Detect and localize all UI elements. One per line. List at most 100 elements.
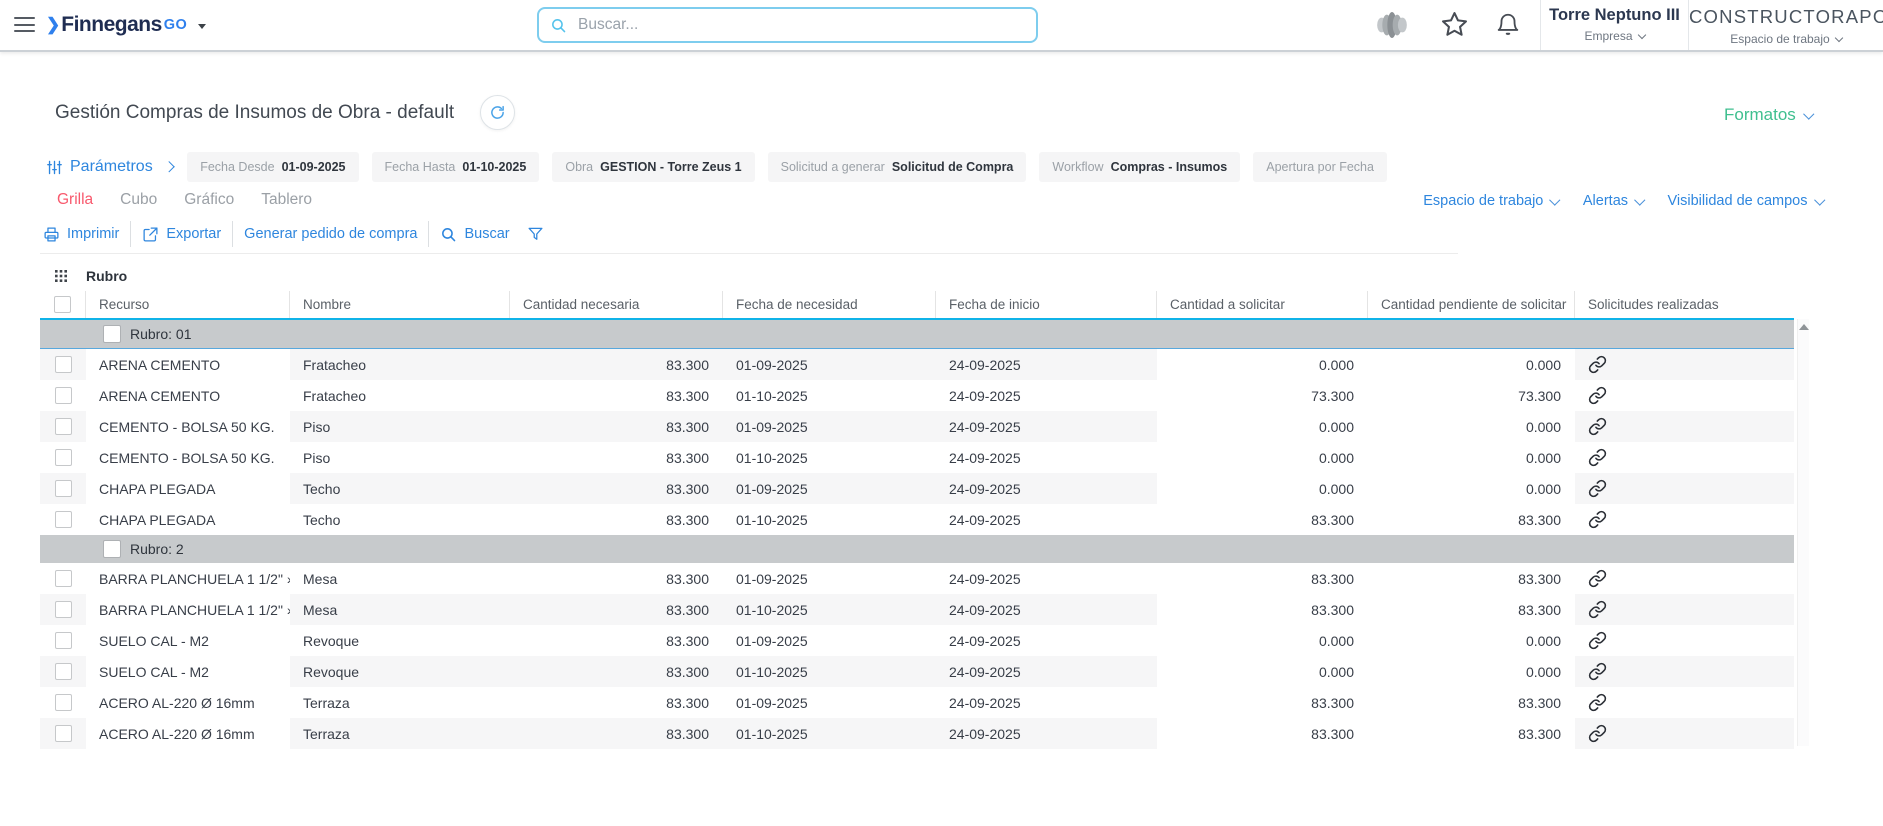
table-row[interactable]: BARRA PLANCHUELA 1 1/2" ›Mesa83.30001-09… bbox=[40, 563, 1794, 594]
cell-cantidad-a-solicitar: 83.300 bbox=[1157, 563, 1368, 594]
solicitudes-link-icon[interactable] bbox=[1575, 625, 1794, 656]
cell-cantidad-necesaria: 83.300 bbox=[510, 687, 723, 718]
row-checkbox[interactable] bbox=[55, 570, 72, 587]
workspace-selector[interactable]: CONSTRUCTORAPO Espacio de trabajo bbox=[1689, 0, 1883, 50]
checkbox-cell bbox=[40, 504, 86, 535]
table-row[interactable]: CEMENTO - BOLSA 50 KG.Piso83.30001-10-20… bbox=[40, 442, 1794, 473]
column-header-cantidad-a-solicitar[interactable]: Cantidad a solicitar bbox=[1157, 291, 1368, 318]
checkbox-cell bbox=[40, 718, 86, 749]
table-row[interactable]: CHAPA PLEGADATecho83.30001-09-202524-09-… bbox=[40, 473, 1794, 504]
filter-icon[interactable] bbox=[527, 225, 544, 243]
panel-link-alertas[interactable]: Alertas bbox=[1583, 193, 1644, 209]
row-checkbox[interactable] bbox=[55, 480, 72, 497]
solicitudes-link-icon[interactable] bbox=[1575, 380, 1794, 411]
cell-nombre: Piso bbox=[290, 442, 510, 473]
solicitudes-link-icon[interactable] bbox=[1575, 656, 1794, 687]
app-logo[interactable]: ❯ Finnegans GO bbox=[46, 0, 206, 50]
column-header-fecha-de-inicio[interactable]: Fecha de inicio bbox=[936, 291, 1157, 318]
solicitudes-link-icon[interactable] bbox=[1575, 473, 1794, 504]
table-row[interactable]: SUELO CAL - M2Revoque83.30001-09-202524-… bbox=[40, 625, 1794, 656]
column-header-fecha-de-necesidad[interactable]: Fecha de necesidad bbox=[723, 291, 936, 318]
checkbox-cell bbox=[40, 625, 86, 656]
tab-tablero[interactable]: Tablero bbox=[261, 191, 312, 209]
tab-grafico[interactable]: Gráfico bbox=[184, 191, 234, 209]
column-header-cantidad-pendiente-de-solicitar[interactable]: Cantidad pendiente de solicitar bbox=[1368, 291, 1575, 318]
table-row[interactable]: ACERO AL-220 Ø 16mmTerraza83.30001-09-20… bbox=[40, 687, 1794, 718]
cell-fecha-de-necesidad: 01-09-2025 bbox=[723, 473, 936, 504]
cell-cantidad-pendiente-de-solicitar: 83.300 bbox=[1368, 594, 1575, 625]
table-row[interactable]: ARENA CEMENTOFratacheo83.30001-09-202524… bbox=[40, 349, 1794, 380]
column-header-cantidad-necesaria[interactable]: Cantidad necesaria bbox=[510, 291, 723, 318]
tab-cubo[interactable]: Cubo bbox=[120, 191, 157, 209]
imprimir-button[interactable]: Imprimir bbox=[43, 226, 119, 243]
panel-link-espacio-de-trabajo[interactable]: Espacio de trabajo bbox=[1423, 193, 1559, 209]
cell-cantidad-necesaria: 83.300 bbox=[510, 349, 723, 380]
select-all-checkbox[interactable] bbox=[54, 296, 71, 313]
tab-grilla[interactable]: Grilla bbox=[57, 191, 93, 209]
solicitudes-link-icon[interactable] bbox=[1575, 504, 1794, 535]
row-checkbox[interactable] bbox=[55, 511, 72, 528]
cell-fecha-de-inicio: 24-09-2025 bbox=[936, 625, 1157, 656]
generar-pedido-de-compra-button[interactable]: Generar pedido de compra bbox=[244, 226, 417, 242]
formats-dropdown[interactable]: Formatos bbox=[1724, 105, 1812, 125]
parameters-toggle[interactable]: Parámetros bbox=[46, 158, 172, 176]
row-checkbox[interactable] bbox=[55, 663, 72, 680]
solicitudes-link-icon[interactable] bbox=[1575, 442, 1794, 473]
exportar-button[interactable]: Exportar bbox=[142, 226, 221, 243]
solicitudes-link-icon[interactable] bbox=[1575, 594, 1794, 625]
global-search[interactable] bbox=[537, 7, 1038, 43]
data-grid: RecursoNombreCantidad necesariaFecha de … bbox=[40, 291, 1794, 749]
vertical-scrollbar[interactable] bbox=[1797, 319, 1809, 746]
company-selector[interactable]: Torre Neptuno III Empresa bbox=[1541, 0, 1688, 50]
search-input[interactable] bbox=[576, 15, 1025, 35]
header-checkbox-cell bbox=[40, 291, 86, 318]
parameter-chip-fecha-desde[interactable]: Fecha Desde01-09-2025 bbox=[187, 152, 358, 182]
parameter-chip-obra[interactable]: ObraGESTION - Torre Zeus 1 bbox=[552, 152, 754, 182]
table-row[interactable]: ARENA CEMENTOFratacheo83.30001-10-202524… bbox=[40, 380, 1794, 411]
parameter-chip-fecha-hasta[interactable]: Fecha Hasta01-10-2025 bbox=[372, 152, 540, 182]
checkbox-cell bbox=[40, 563, 86, 594]
favorites-icon[interactable] bbox=[1440, 10, 1469, 39]
solicitudes-link-icon[interactable] bbox=[1575, 411, 1794, 442]
group-row[interactable]: Rubro: 01 bbox=[40, 320, 1794, 349]
solicitudes-link-icon[interactable] bbox=[1575, 687, 1794, 718]
column-header-recurso[interactable]: Recurso bbox=[86, 291, 290, 318]
menu-icon[interactable] bbox=[14, 17, 35, 37]
group-row[interactable]: Rubro: 2 bbox=[40, 535, 1794, 563]
row-checkbox[interactable] bbox=[55, 694, 72, 711]
notifications-icon[interactable] bbox=[1495, 11, 1521, 38]
group-checkbox[interactable] bbox=[103, 540, 121, 558]
chevron-down-icon bbox=[198, 24, 206, 29]
row-checkbox[interactable] bbox=[55, 356, 72, 373]
company-selector-label: Empresa bbox=[1584, 29, 1632, 43]
row-checkbox[interactable] bbox=[55, 387, 72, 404]
row-checkbox[interactable] bbox=[55, 632, 72, 649]
column-header-nombre[interactable]: Nombre bbox=[290, 291, 510, 318]
row-checkbox[interactable] bbox=[55, 449, 72, 466]
table-row[interactable]: ACERO AL-220 Ø 16mmTerraza83.30001-10-20… bbox=[40, 718, 1794, 749]
refresh-button[interactable] bbox=[480, 95, 515, 130]
row-checkbox[interactable] bbox=[55, 601, 72, 618]
table-row[interactable]: SUELO CAL - M2Revoque83.30001-10-202524-… bbox=[40, 656, 1794, 687]
cell-fecha-de-inicio: 24-09-2025 bbox=[936, 594, 1157, 625]
search-icon bbox=[440, 226, 457, 243]
parameter-chip-workflow[interactable]: WorkflowCompras - Insumos bbox=[1039, 152, 1240, 182]
solicitudes-link-icon[interactable] bbox=[1575, 718, 1794, 749]
solicitudes-link-icon[interactable] bbox=[1575, 349, 1794, 380]
group-by-bar[interactable]: Rubro bbox=[55, 263, 127, 289]
solicitudes-link-icon[interactable] bbox=[1575, 563, 1794, 594]
cell-nombre: Fratacheo bbox=[290, 349, 510, 380]
column-header-solicitudes-realizadas[interactable]: Solicitudes realizadas bbox=[1575, 291, 1794, 318]
parameter-chip-apertura-por-fecha[interactable]: Apertura por Fecha bbox=[1253, 152, 1387, 182]
parameter-chip-solicitud-a-generar[interactable]: Solicitud a generarSolicitud de Compra bbox=[768, 152, 1027, 182]
cell-fecha-de-necesidad: 01-09-2025 bbox=[723, 625, 936, 656]
table-row[interactable]: CHAPA PLEGADATecho83.30001-10-202524-09-… bbox=[40, 504, 1794, 535]
table-row[interactable]: CEMENTO - BOLSA 50 KG.Piso83.30001-09-20… bbox=[40, 411, 1794, 442]
table-row[interactable]: BARRA PLANCHUELA 1 1/2" ›Mesa83.30001-10… bbox=[40, 594, 1794, 625]
finnegans-mark-icon[interactable] bbox=[1373, 10, 1411, 40]
group-checkbox[interactable] bbox=[103, 325, 121, 343]
buscar-button[interactable]: Buscar bbox=[440, 226, 509, 243]
row-checkbox[interactable] bbox=[55, 418, 72, 435]
row-checkbox[interactable] bbox=[55, 725, 72, 742]
panel-link-visibilidad-de-campos[interactable]: Visibilidad de campos bbox=[1668, 193, 1823, 209]
